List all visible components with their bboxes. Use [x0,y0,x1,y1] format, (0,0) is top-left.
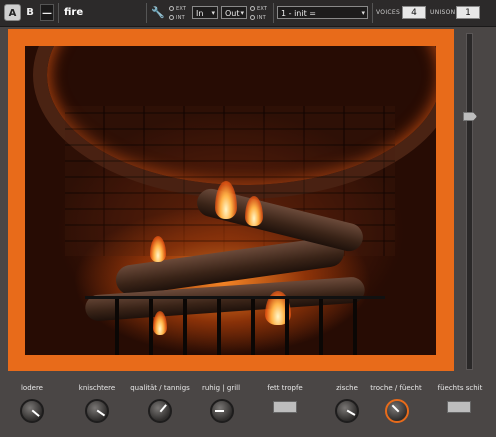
lodere-knob[interactable] [20,399,44,423]
knob-indicator [215,410,224,412]
volume-slider-track[interactable] [466,33,473,370]
divider [273,3,274,23]
knob-indicator [96,409,106,417]
chevron-down-icon: ▾ [211,9,215,17]
knob-indicator [391,404,400,413]
knob-label: knischtere [78,384,116,392]
troche-fuecht-knob[interactable] [385,399,409,423]
voices-field[interactable]: 4 [402,6,426,19]
knob-label: qualität / tannigs [130,384,190,392]
ruhig-grill-knob[interactable] [210,399,234,423]
fire-grate [85,296,385,355]
fireplace-panel [8,29,454,371]
output-select[interactable]: Out ▾ [221,6,247,19]
voices-label: VOICES [376,9,401,16]
radio-int[interactable] [250,15,255,20]
chevron-down-icon: ▾ [361,9,365,17]
qualitaet-knob[interactable] [148,399,172,423]
radio-ext[interactable] [169,6,174,11]
zische-knob[interactable] [335,399,359,423]
divider [58,3,59,23]
divider [146,3,147,23]
volume-slider-thumb[interactable] [463,112,477,121]
button-label: fett tropfe [267,384,303,392]
chevron-down-icon: ▾ [240,9,244,17]
fett-tropfe-button[interactable] [273,401,297,413]
radio-ext[interactable] [250,6,255,11]
wrench-icon[interactable]: 🔧 [151,5,165,20]
tab-a-button[interactable]: A [4,4,21,21]
fuechts-schit-button[interactable] [447,401,471,413]
patch-name: fire [64,7,84,18]
divider [372,3,373,23]
button-label: füechts schit [437,384,483,392]
knob-indicator [159,404,167,413]
knob-label: troche / füecht [370,384,422,392]
unison-label: UNISON [430,9,456,16]
preset-select[interactable]: 1 - init = ▾ [277,6,368,19]
knob-indicator [31,409,40,417]
input-select[interactable]: In ▾ [192,6,218,19]
unison-field[interactable]: 1 [456,6,480,19]
radio-int[interactable] [169,15,174,20]
minimize-button[interactable]: — [40,4,54,21]
knob-label: lodere [20,384,43,392]
tab-b-button[interactable]: B [23,4,37,21]
knob-label: ruhig | grill [201,384,241,392]
fireplace-image [25,46,436,355]
knob-indicator [346,409,356,416]
knob-label: zische [336,384,358,392]
knischtere-knob[interactable] [85,399,109,423]
toolbar: A B — fire 🔧 EXT INT In ▾ Out ▾ EXT INT 1 … [0,0,496,27]
